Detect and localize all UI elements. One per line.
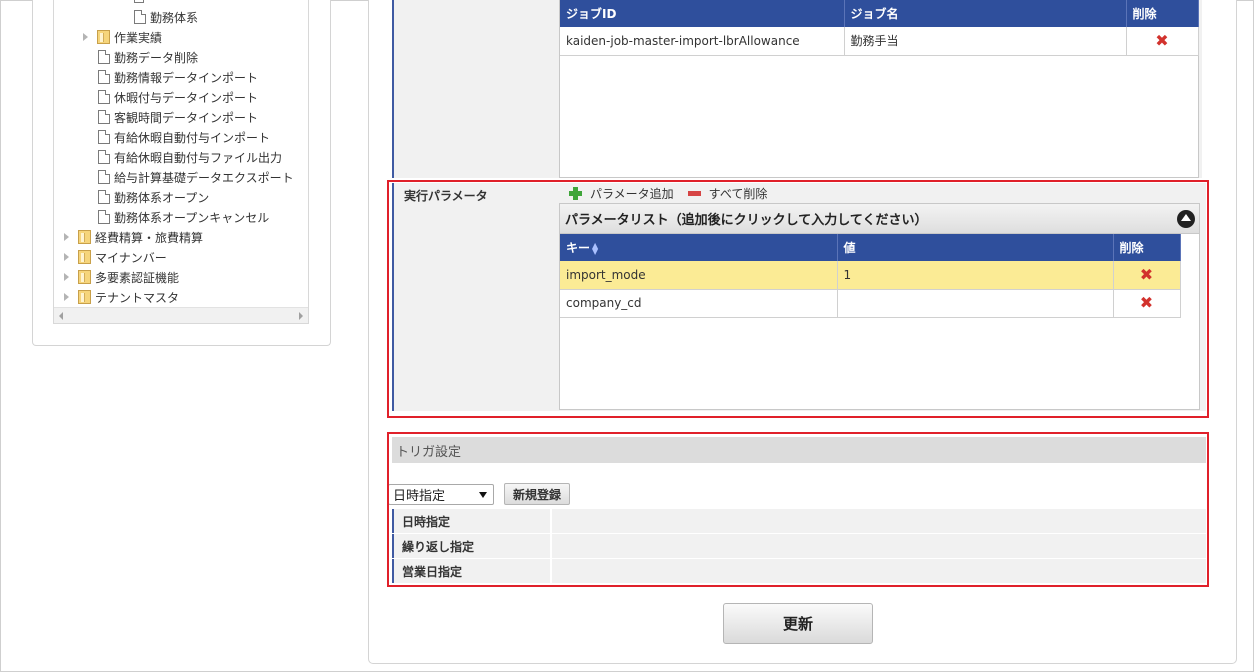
tree-item-label: 作業実績	[114, 30, 163, 45]
tree-item-label: 勤務情報データインポート	[114, 70, 259, 85]
tree-item-label: 有給休暇自動付与インポート	[114, 130, 271, 145]
scroll-left-icon[interactable]	[59, 312, 63, 320]
tree-item-kinmu-taikei[interactable]: 勤務体系	[134, 7, 198, 27]
document-icon	[98, 170, 110, 184]
tree-folder-tenant-master[interactable]: テナントマスタ	[64, 287, 179, 307]
tree-item-yukyu-jido-fuyo-import[interactable]: 有給休暇自動付与インポート	[98, 127, 270, 147]
document-icon	[98, 190, 110, 204]
column-header-delete: 削除	[1126, 0, 1199, 27]
tree-item-label: テナントマスタ	[95, 290, 180, 305]
expand-arrow-icon[interactable]	[64, 233, 69, 241]
trigger-highlight-box	[387, 432, 1209, 587]
job-table: ジョブID ジョブ名 削除 kaiden-job-master-import-l…	[560, 0, 1199, 56]
tree-folder-keihi-seisan[interactable]: 経費精算・旅費精算	[64, 227, 203, 247]
tree-item-kyuka-fuyo-import[interactable]: 休暇付与データインポート	[98, 87, 258, 107]
expand-arrow-icon[interactable]	[64, 273, 69, 281]
tree-item-label: 勤務データ削除	[114, 50, 199, 65]
tree-item-label: 休暇付与データインポート	[114, 90, 259, 105]
params-highlight-box	[387, 180, 1209, 418]
tree-folder-my-number[interactable]: マイナンバー	[64, 247, 167, 267]
update-button[interactable]: 更新	[723, 603, 873, 644]
tree-item-kinmu-taikei-open[interactable]: 勤務体系オープン	[98, 187, 209, 207]
tree-item-kinmu-taikei-open-cancel[interactable]: 勤務体系オープンキャンセル	[98, 207, 269, 227]
job-name-cell: 勤務手当	[844, 27, 1127, 56]
tree-item-label: 給与計算基礎データエクスポート	[114, 170, 294, 185]
tree-item-kyuyo-keisan-export[interactable]: 給与計算基礎データエクスポート	[98, 167, 294, 187]
tree-item-kinmu-joho-import[interactable]: 勤務情報データインポート	[98, 67, 258, 87]
document-icon	[98, 90, 110, 104]
folder-icon	[78, 250, 91, 264]
folder-icon	[97, 30, 110, 44]
column-header-job-name[interactable]: ジョブ名	[844, 0, 1127, 27]
job-grid: ジョブID ジョブ名 削除 kaiden-job-master-import-l…	[559, 0, 1199, 178]
document-icon	[98, 50, 110, 64]
tree-folder-mfa[interactable]: 多要素認証機能	[64, 267, 179, 287]
folder-icon	[78, 230, 91, 244]
delete-cell: ✖	[1126, 27, 1199, 56]
tree-item-label: 多要素認証機能	[95, 270, 180, 285]
document-icon	[98, 130, 110, 144]
tree-item-label: 客観時間データインポート	[114, 110, 259, 125]
expand-arrow-icon[interactable]	[64, 253, 69, 261]
document-icon	[98, 110, 110, 124]
document-icon	[98, 210, 110, 224]
job-id-cell: kaiden-job-master-import-lbrAllowance	[560, 27, 845, 56]
tree-folder-sagyo-jisseki[interactable]: 作業実績	[83, 27, 162, 47]
tree-item-label: マイナンバー	[95, 250, 167, 265]
menu-tree: 勤務体系 作業実績 勤務データ削除 勤務情報データインポート 休暇付与データイン…	[53, 0, 309, 324]
tree-item-label: 経費精算・旅費精算	[95, 230, 204, 245]
document-icon	[98, 70, 110, 84]
tree-item-label: 勤務体系オープンキャンセル	[114, 210, 270, 225]
column-header-job-id[interactable]: ジョブID	[560, 0, 845, 27]
expand-arrow-icon[interactable]	[64, 293, 69, 301]
scroll-right-icon[interactable]	[299, 312, 303, 320]
job-list-row: ジョブID ジョブ名 削除 kaiden-job-master-import-l…	[392, 0, 1202, 178]
tree-item-label: 勤務体系	[150, 10, 199, 25]
menu-tree-panel: 勤務体系 作業実績 勤務データ削除 勤務情報データインポート 休暇付与データイン…	[32, 0, 331, 346]
document-icon	[98, 150, 110, 164]
horizontal-scrollbar[interactable]	[54, 307, 308, 323]
table-row[interactable]: kaiden-job-master-import-lbrAllowance 勤務…	[560, 27, 1199, 56]
tree-item-label: 勤務体系オープン	[114, 190, 210, 205]
tree-item-yukyu-jido-fuyo-file[interactable]: 有給休暇自動付与ファイル出力	[98, 147, 282, 167]
tree-item-label: 有給休暇自動付与ファイル出力	[114, 150, 283, 165]
tree-item-kyakkan-jikan-import[interactable]: 客観時間データインポート	[98, 107, 258, 127]
document-icon	[134, 10, 146, 24]
delete-icon[interactable]: ✖	[1155, 32, 1168, 49]
doc-icon	[134, 0, 144, 3]
folder-icon	[78, 270, 91, 284]
folder-icon	[78, 290, 91, 304]
expand-arrow-icon[interactable]	[83, 33, 88, 41]
tree-item-kinmu-data-sakujo[interactable]: 勤務データ削除	[98, 47, 198, 67]
